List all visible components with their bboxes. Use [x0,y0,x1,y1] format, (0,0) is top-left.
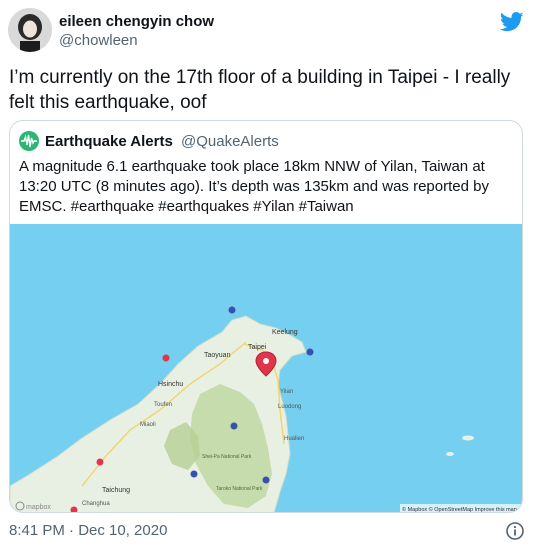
label-taichung: Taichung [102,487,130,494]
route-shield-icon [306,348,314,356]
route-shield-icon [96,458,104,466]
route-shield-icon [162,354,170,362]
quoted-tweet-text: A magnitude 6.1 earthquake took place 18… [19,158,489,215]
quoted-author-name[interactable]: Earthquake Alerts [45,133,173,150]
quoted-tweet-header: Earthquake Alerts @QuakeAlerts [19,130,509,152]
author-handle[interactable]: @chowleen [59,32,138,49]
label-miaoli: Miaoli [140,422,156,428]
author-avatar[interactable] [8,8,52,52]
earthquake-map[interactable]: Keelung Taipei Taoyuan Hsinchu Yilan Luo… [10,224,522,513]
route-shield-icon [228,306,236,314]
tweet-timestamp[interactable]: 8:41 PM · Dec 10, 2020 [9,522,167,539]
seismograph-icon [21,134,37,148]
label-luodong: Luodong [278,404,301,410]
label-changhua: Changhua [82,501,110,507]
author-name[interactable]: eileen chengyin chow [59,13,214,30]
twitter-bird-icon[interactable] [499,12,524,32]
label-hsinchu: Hsinchu [158,381,183,388]
info-icon[interactable] [505,521,525,541]
tweet-text: I’m currently on the 17th floor of a bui… [9,67,511,113]
map-attribution[interactable]: © Mapbox © OpenStreetMap Improve this ma… [402,506,517,513]
route-shield-icon [230,422,238,430]
quoted-author-handle[interactable]: @QuakeAlerts [181,133,279,150]
quote-alerts-avatar[interactable] [19,131,39,151]
map-island-green [462,435,474,441]
label-yilan: Yilan [280,389,293,395]
label-taroko-park: Taroko National Park [216,486,263,492]
label-taipei: Taipei [248,344,267,351]
quoted-tweet-card[interactable]: Earthquake Alerts @QuakeAlerts A magnitu… [9,120,523,513]
label-taoyuan: Taoyuan [204,352,231,359]
tweet-header: eileen chengyin chow @chowleen [8,8,526,54]
map-island-orchid [446,452,454,456]
mapbox-logo-text: mapbox [26,504,51,511]
label-hualien: Hualien [284,436,304,442]
label-toufen: Toufen [154,402,172,408]
label-keelung: Keelung [272,329,298,336]
label-shei-pa-park: Shei-Pa National Park [202,454,252,460]
route-shield-icon [262,476,270,484]
route-shield-icon [190,470,198,478]
